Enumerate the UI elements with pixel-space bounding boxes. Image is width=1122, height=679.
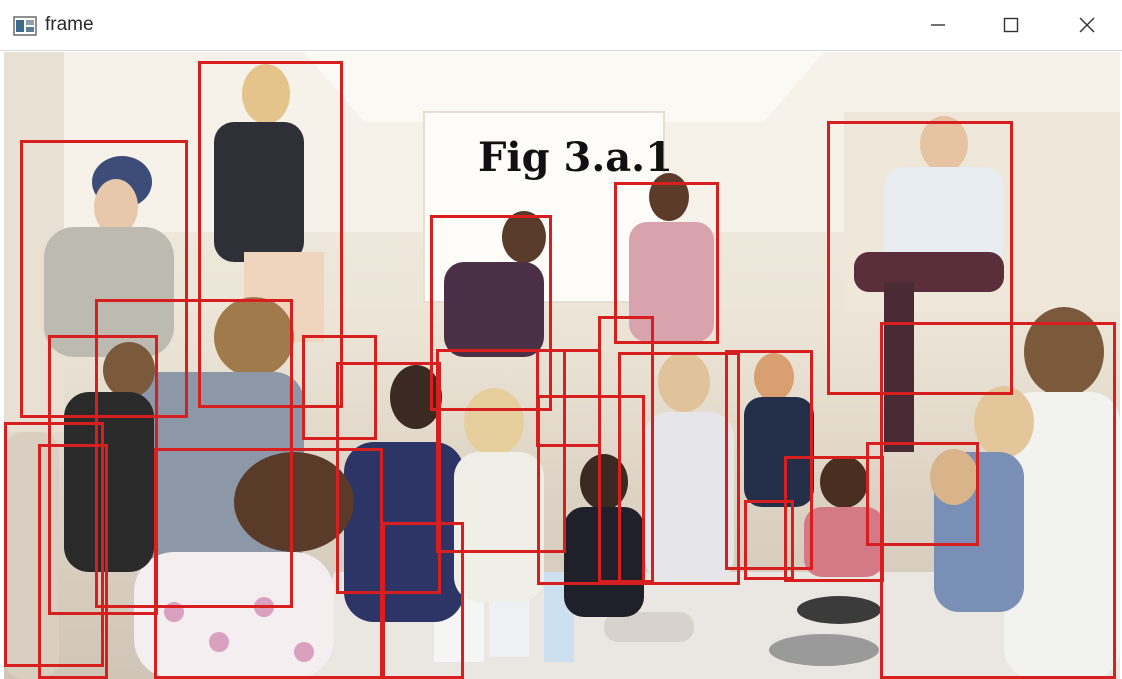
detection-box — [154, 448, 383, 679]
detection-box — [880, 322, 1116, 679]
maximize-icon — [1003, 17, 1019, 33]
close-icon — [1079, 17, 1095, 33]
detection-box — [382, 522, 464, 679]
close-button[interactable] — [1052, 0, 1122, 50]
detection-box — [744, 500, 794, 580]
opencv-frame-window: frame Fig 3.a.1 — [0, 0, 1122, 679]
title-bar[interactable]: frame — [0, 0, 1122, 51]
figure-caption: Fig 3.a.1 — [478, 134, 673, 181]
detection-box — [618, 352, 740, 585]
minimize-icon — [931, 24, 945, 26]
window-title: frame — [45, 14, 94, 35]
detection-box — [38, 444, 108, 679]
app-icon — [13, 16, 37, 36]
video-frame: Fig 3.a.1 — [4, 52, 1120, 679]
minimize-button[interactable] — [903, 0, 973, 50]
maximize-button[interactable] — [976, 0, 1046, 50]
